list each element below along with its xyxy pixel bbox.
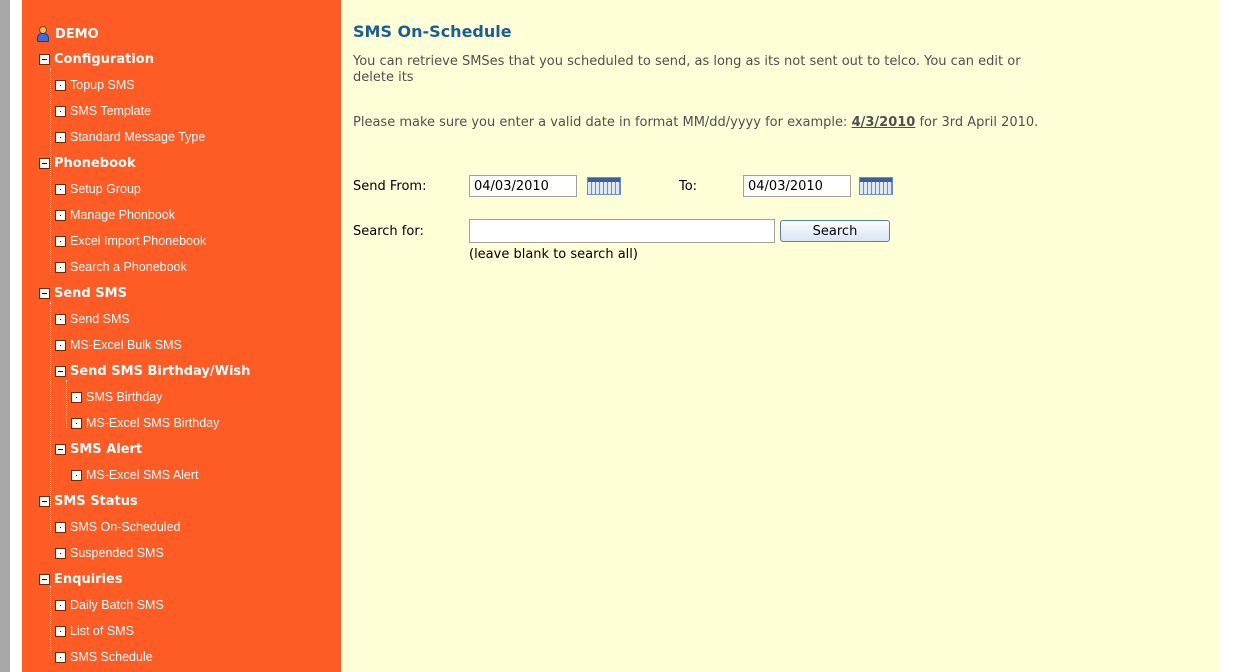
leaf-node-icon xyxy=(55,261,66,273)
to-date-calendar-icon[interactable] xyxy=(859,177,893,195)
sidebar-item-daily-batch-sms[interactable]: Daily Batch SMS xyxy=(55,592,164,618)
sidebar-item-manage-phonbook[interactable]: Manage Phonbook xyxy=(55,202,175,228)
sidebar-group-phonebook[interactable]: Phonebook xyxy=(39,150,136,176)
leaf-node-icon xyxy=(55,209,66,221)
search-hint: (leave blank to search all) xyxy=(469,247,638,262)
send-from-label: Send From: xyxy=(353,179,427,194)
sidebar-group-configuration[interactable]: Configuration xyxy=(39,46,154,72)
sidebar-item-excel-import-phonebook[interactable]: Excel Import Phonebook xyxy=(55,228,206,254)
sidebar-item-ms-excel-sms-birthday[interactable]: MS-Excel SMS Birthday xyxy=(71,410,219,436)
to-label: To: xyxy=(679,179,698,194)
tree-line xyxy=(66,380,67,428)
collapse-icon[interactable] xyxy=(39,495,50,507)
sidebar-item-list-of-sms[interactable]: List of SMS xyxy=(55,618,134,644)
sidebar-tree: DEMO Configuration Topup SMS SMS Templat… xyxy=(22,0,341,672)
leaf-node-icon xyxy=(55,625,66,637)
leaf-node-icon xyxy=(55,235,66,247)
leaf-node-icon xyxy=(55,599,66,611)
sidebar-group-send-sms-birthday[interactable]: Send SMS Birthday/Wish xyxy=(55,358,250,384)
date-format-note: Please make sure you enter a valid date … xyxy=(353,115,1039,130)
leaf-node-icon xyxy=(71,391,82,403)
user-icon xyxy=(36,26,50,42)
window-gutter xyxy=(10,0,22,672)
sidebar-item-send-sms[interactable]: Send SMS xyxy=(55,306,130,332)
search-input[interactable] xyxy=(469,219,775,243)
leaf-node-icon xyxy=(71,417,82,429)
search-for-label: Search for: xyxy=(353,224,424,239)
window-left-border xyxy=(0,0,10,672)
sidebar-item-ms-excel-sms-alert[interactable]: MS-Excel SMS Alert xyxy=(71,462,199,488)
intro-text: You can retrieve SMSes that you schedule… xyxy=(353,54,1021,85)
sidebar-item-suspended-sms[interactable]: Suspended SMS xyxy=(55,540,164,566)
sidebar-item-sms-template[interactable]: SMS Template xyxy=(55,98,151,124)
leaf-node-icon xyxy=(55,339,66,351)
leaf-node-icon xyxy=(55,131,66,143)
sidebar-group-sms-alert[interactable]: SMS Alert xyxy=(55,436,142,462)
window-right-gutter xyxy=(1220,0,1248,672)
leaf-node-icon xyxy=(71,469,82,481)
collapse-icon[interactable] xyxy=(39,573,50,585)
sidebar-group-send-sms[interactable]: Send SMS xyxy=(39,280,127,306)
collapse-icon[interactable] xyxy=(55,443,66,455)
sidebar-group-sms-status[interactable]: SMS Status xyxy=(39,488,138,514)
main-content: SMS On-Schedule You can retrieve SMSes t… xyxy=(341,0,1248,672)
sidebar-item-sms-birthday[interactable]: SMS Birthday xyxy=(71,384,162,410)
collapse-icon[interactable] xyxy=(39,157,50,169)
date-example-link[interactable]: 4/3/2010 xyxy=(852,115,916,130)
leaf-node-icon xyxy=(55,183,66,195)
leaf-node-icon xyxy=(55,313,66,325)
leaf-node-icon xyxy=(55,651,66,663)
sidebar-item-sms-schedule[interactable]: SMS Schedule xyxy=(55,644,153,670)
sidebar-root-demo[interactable]: DEMO xyxy=(36,21,99,47)
send-from-calendar-icon[interactable] xyxy=(587,177,621,195)
sidebar-item-standard-message-type[interactable]: Standard Message Type xyxy=(55,124,205,150)
sidebar-item-search-a-phonebook[interactable]: Search a Phonebook xyxy=(55,254,187,280)
leaf-node-icon xyxy=(55,521,66,533)
collapse-icon[interactable] xyxy=(39,53,50,65)
to-date-input[interactable] xyxy=(743,175,851,197)
sidebar-item-setup-group[interactable]: Setup Group xyxy=(55,176,141,202)
sidebar-item-ms-excel-bulk-sms[interactable]: MS-Excel Bulk SMS xyxy=(55,332,182,358)
leaf-node-icon xyxy=(55,79,66,91)
sidebar-item-sms-on-scheduled[interactable]: SMS On-Scheduled xyxy=(55,514,180,540)
sidebar-group-enquiries[interactable]: Enquiries xyxy=(39,566,123,592)
leaf-node-icon xyxy=(55,105,66,117)
sidebar-item-topup-sms[interactable]: Topup SMS xyxy=(55,72,135,98)
leaf-node-icon xyxy=(55,547,66,559)
page-title: SMS On-Schedule xyxy=(353,22,512,41)
collapse-icon[interactable] xyxy=(55,365,66,377)
search-button[interactable]: Search xyxy=(780,220,890,242)
tree-line xyxy=(50,586,51,654)
collapse-icon[interactable] xyxy=(39,287,50,299)
send-from-input[interactable] xyxy=(469,175,577,197)
